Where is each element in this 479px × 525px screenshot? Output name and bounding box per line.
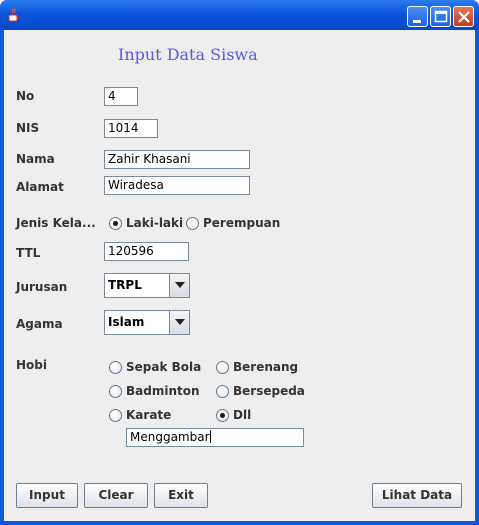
radio-dll[interactable]: Dll — [216, 407, 276, 423]
title-bar[interactable] — [0, 0, 479, 30]
radio-karate[interactable]: Karate — [109, 407, 199, 423]
nama-field[interactable]: Zahir Khasani — [104, 150, 250, 169]
radio-label: Badminton — [126, 384, 200, 398]
radio-label: Laki-laki — [126, 216, 184, 230]
radio-laki-laki[interactable]: Laki-laki — [109, 215, 183, 231]
radio-circle — [216, 409, 229, 422]
radio-bersepeda[interactable]: Bersepeda — [216, 383, 306, 399]
dropdown-button[interactable] — [169, 274, 189, 297]
maximize-button[interactable] — [430, 6, 451, 27]
hobi-other-field[interactable]: Menggambar — [126, 428, 304, 447]
maximize-icon — [434, 10, 448, 23]
text-cursor — [209, 430, 211, 443]
radio-badminton[interactable]: Badminton — [109, 383, 200, 399]
ttl-field[interactable]: 120596 — [104, 242, 189, 261]
hobi-other-value: Menggambar — [130, 430, 210, 444]
radio-perempuan[interactable]: Perempuan — [186, 215, 280, 231]
label-jurusan: Jurusan — [16, 280, 68, 294]
radio-label: Berenang — [233, 360, 299, 374]
radio-circle — [109, 217, 122, 230]
chevron-down-icon — [175, 319, 185, 325]
minimize-button[interactable] — [407, 6, 428, 27]
dropdown-button[interactable] — [169, 311, 189, 334]
window-bottom-border — [0, 521, 479, 525]
page-title: Input Data Siswa — [118, 45, 258, 64]
jurusan-select[interactable]: TRPL — [104, 273, 190, 298]
radio-selected-dot — [113, 221, 118, 226]
close-button[interactable] — [453, 6, 474, 27]
input-button[interactable]: Input — [16, 483, 78, 508]
java-cup-icon — [6, 7, 22, 23]
radio-label: Karate — [126, 408, 172, 422]
agama-select[interactable]: Islam — [104, 310, 190, 335]
radio-sepak-bola[interactable]: Sepak Bola — [109, 359, 202, 375]
radio-label: Bersepeda — [233, 384, 305, 398]
clear-button[interactable]: Clear — [84, 483, 148, 508]
label-nis: NIS — [16, 121, 40, 135]
radio-circle — [109, 385, 122, 398]
radio-circle — [216, 361, 229, 374]
radio-label: Dll — [233, 408, 252, 422]
app-window: Input Data Siswa No 4 NIS 1014 Nama Zahi… — [0, 0, 479, 525]
label-jenis-kelamin: Jenis Kela... — [16, 216, 96, 230]
close-icon — [458, 11, 470, 23]
radio-berenang[interactable]: Berenang — [216, 359, 306, 375]
label-alamat: Alamat — [16, 180, 64, 194]
label-ttl: TTL — [16, 246, 41, 260]
nis-field[interactable]: 1014 — [104, 119, 158, 138]
lihat-data-button[interactable]: Lihat Data — [372, 483, 462, 508]
radio-label: Sepak Bola — [126, 360, 202, 374]
radio-circle — [109, 361, 122, 374]
no-field[interactable]: 4 — [104, 87, 138, 106]
radio-label: Perempuan — [203, 216, 281, 230]
jurusan-selected-value: TRPL — [108, 278, 142, 292]
label-nama: Nama — [16, 152, 55, 166]
minimize-icon — [413, 20, 421, 23]
exit-button[interactable]: Exit — [154, 483, 208, 508]
label-hobi: Hobi — [16, 358, 47, 372]
label-no: No — [16, 89, 35, 103]
radio-selected-dot — [220, 413, 225, 418]
form-panel: Input Data Siswa No 4 NIS 1014 Nama Zahi… — [4, 30, 475, 521]
label-agama: Agama — [16, 317, 63, 331]
radio-circle — [186, 217, 199, 230]
chevron-down-icon — [175, 282, 185, 288]
radio-circle — [216, 385, 229, 398]
agama-selected-value: Islam — [108, 315, 145, 329]
radio-circle — [109, 409, 122, 422]
alamat-field[interactable]: Wiradesa — [104, 176, 250, 195]
